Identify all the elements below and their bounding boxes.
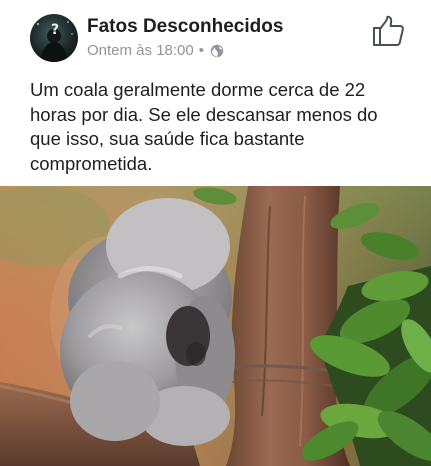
- koala-sleeping-on-tree-icon: [0, 186, 431, 466]
- post-meta: Ontem às 18:00 •: [87, 42, 224, 59]
- meta-separator: •: [198, 42, 204, 59]
- question-mark-figure-icon: ?: [36, 21, 73, 62]
- post-timestamp[interactable]: Ontem às 18:00: [87, 42, 194, 59]
- thumbs-up-icon[interactable]: [371, 15, 405, 47]
- facebook-post: ? Fatos Desconhecidos Ontem às 18:00 • U…: [0, 0, 431, 466]
- svg-text:?: ?: [51, 22, 59, 38]
- page-name[interactable]: Fatos Desconhecidos: [87, 16, 283, 38]
- page-avatar[interactable]: ?: [30, 14, 78, 62]
- post-header: ? Fatos Desconhecidos Ontem às 18:00 •: [0, 0, 431, 68]
- post-photo[interactable]: [0, 186, 431, 466]
- globe-icon: [210, 44, 224, 58]
- post-text: Um coala geralmente dorme cerca de 22 ho…: [30, 79, 378, 174]
